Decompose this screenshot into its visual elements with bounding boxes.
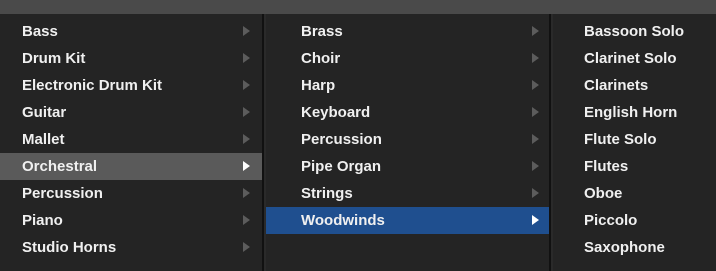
menu-item-mallet[interactable]: Mallet (0, 126, 262, 153)
chevron-right-icon (532, 161, 539, 171)
menu-item-strings[interactable]: Strings (266, 180, 549, 207)
chevron-right-icon (243, 134, 250, 144)
menu-item-percussion[interactable]: Percussion (266, 126, 549, 153)
menu-item-label: Piano (22, 212, 63, 229)
chevron-right-icon (243, 107, 250, 117)
menu-item-label: Brass (301, 23, 343, 40)
menu-item-label: Strings (301, 185, 353, 202)
menu-item-clarinets[interactable]: Clarinets (553, 72, 716, 99)
menu-item-label: Percussion (301, 131, 382, 148)
menu-item-label: Percussion (22, 185, 103, 202)
menu-item-label: Guitar (22, 104, 67, 121)
menu-item-english-horn[interactable]: English Horn (553, 99, 716, 126)
menu-item-flute-solo[interactable]: Flute Solo (553, 126, 716, 153)
chevron-right-icon (243, 80, 250, 90)
chevron-right-icon (243, 53, 250, 63)
menu-item-clarinet-solo[interactable]: Clarinet Solo (553, 45, 716, 72)
category-menu: Bass Drum Kit Electronic Drum Kit Guitar… (0, 14, 264, 271)
clipped-top-label (8, 0, 98, 14)
menu-item-label: Flutes (584, 158, 629, 175)
menu-item-oboe[interactable]: Oboe (553, 180, 716, 207)
woodwinds-submenu: Bassoon Solo Clarinet Solo Clarinets Eng… (553, 14, 716, 271)
menu-item-electronic-drum-kit[interactable]: Electronic Drum Kit (0, 72, 262, 99)
menu-item-label: Pipe Organ (301, 158, 382, 175)
chevron-right-icon (243, 242, 250, 252)
chevron-right-icon (243, 161, 250, 171)
chevron-right-icon (243, 188, 250, 198)
menu-item-label: Electronic Drum Kit (22, 77, 163, 94)
menu-item-pipe-organ[interactable]: Pipe Organ (266, 153, 549, 180)
menu-item-label: Flute Solo (584, 131, 657, 148)
menu-item-label: Bass (22, 23, 58, 40)
menu-item-harp[interactable]: Harp (266, 72, 549, 99)
chevron-right-icon (532, 53, 539, 63)
menu-item-label: Woodwinds (301, 212, 385, 229)
menu-item-label: Choir (301, 50, 341, 67)
menu-item-studio-horns[interactable]: Studio Horns (0, 234, 262, 261)
menu-item-label: Piccolo (584, 212, 638, 229)
menu-top-bar (0, 0, 716, 14)
menu-item-choir[interactable]: Choir (266, 45, 549, 72)
chevron-right-icon (243, 215, 250, 225)
chevron-right-icon (532, 80, 539, 90)
menu-item-drum-kit[interactable]: Drum Kit (0, 45, 262, 72)
menu-item-label: Clarinets (584, 77, 649, 94)
menu-item-label: Clarinet Solo (584, 50, 677, 67)
menu-item-label: Oboe (584, 185, 623, 202)
menu-item-guitar[interactable]: Guitar (0, 99, 262, 126)
menu-item-piccolo[interactable]: Piccolo (553, 207, 716, 234)
chevron-right-icon (532, 134, 539, 144)
chevron-right-icon (532, 26, 539, 36)
menu-item-bassoon-solo[interactable]: Bassoon Solo (553, 18, 716, 45)
menu-item-woodwinds[interactable]: Woodwinds (266, 207, 549, 234)
chevron-right-icon (243, 26, 250, 36)
menu-item-piano[interactable]: Piano (0, 207, 262, 234)
menu-item-label: Orchestral (22, 158, 98, 175)
chevron-right-icon (532, 215, 539, 225)
chevron-right-icon (532, 107, 539, 117)
cascading-menus: Bass Drum Kit Electronic Drum Kit Guitar… (0, 14, 716, 271)
menu-item-label: Bassoon Solo (584, 23, 685, 40)
menu-item-flutes[interactable]: Flutes (553, 153, 716, 180)
menu-item-bass[interactable]: Bass (0, 18, 262, 45)
menu-item-label: Studio Horns (22, 239, 117, 256)
menu-item-label: Keyboard (301, 104, 371, 121)
menu-item-label: Harp (301, 77, 336, 94)
menu-item-orchestral[interactable]: Orchestral (0, 153, 262, 180)
menu-item-label: Saxophone (584, 239, 665, 256)
menu-item-label: English Horn (584, 104, 678, 121)
menu-item-keyboard[interactable]: Keyboard (266, 99, 549, 126)
orchestral-submenu: Brass Choir Harp Keyboard Percussion Pip… (266, 14, 551, 271)
menu-item-label: Mallet (22, 131, 65, 148)
menu-item-brass[interactable]: Brass (266, 18, 549, 45)
menu-item-saxophone[interactable]: Saxophone (553, 234, 716, 261)
chevron-right-icon (532, 188, 539, 198)
menu-item-percussion[interactable]: Percussion (0, 180, 262, 207)
menu-item-label: Drum Kit (22, 50, 86, 67)
